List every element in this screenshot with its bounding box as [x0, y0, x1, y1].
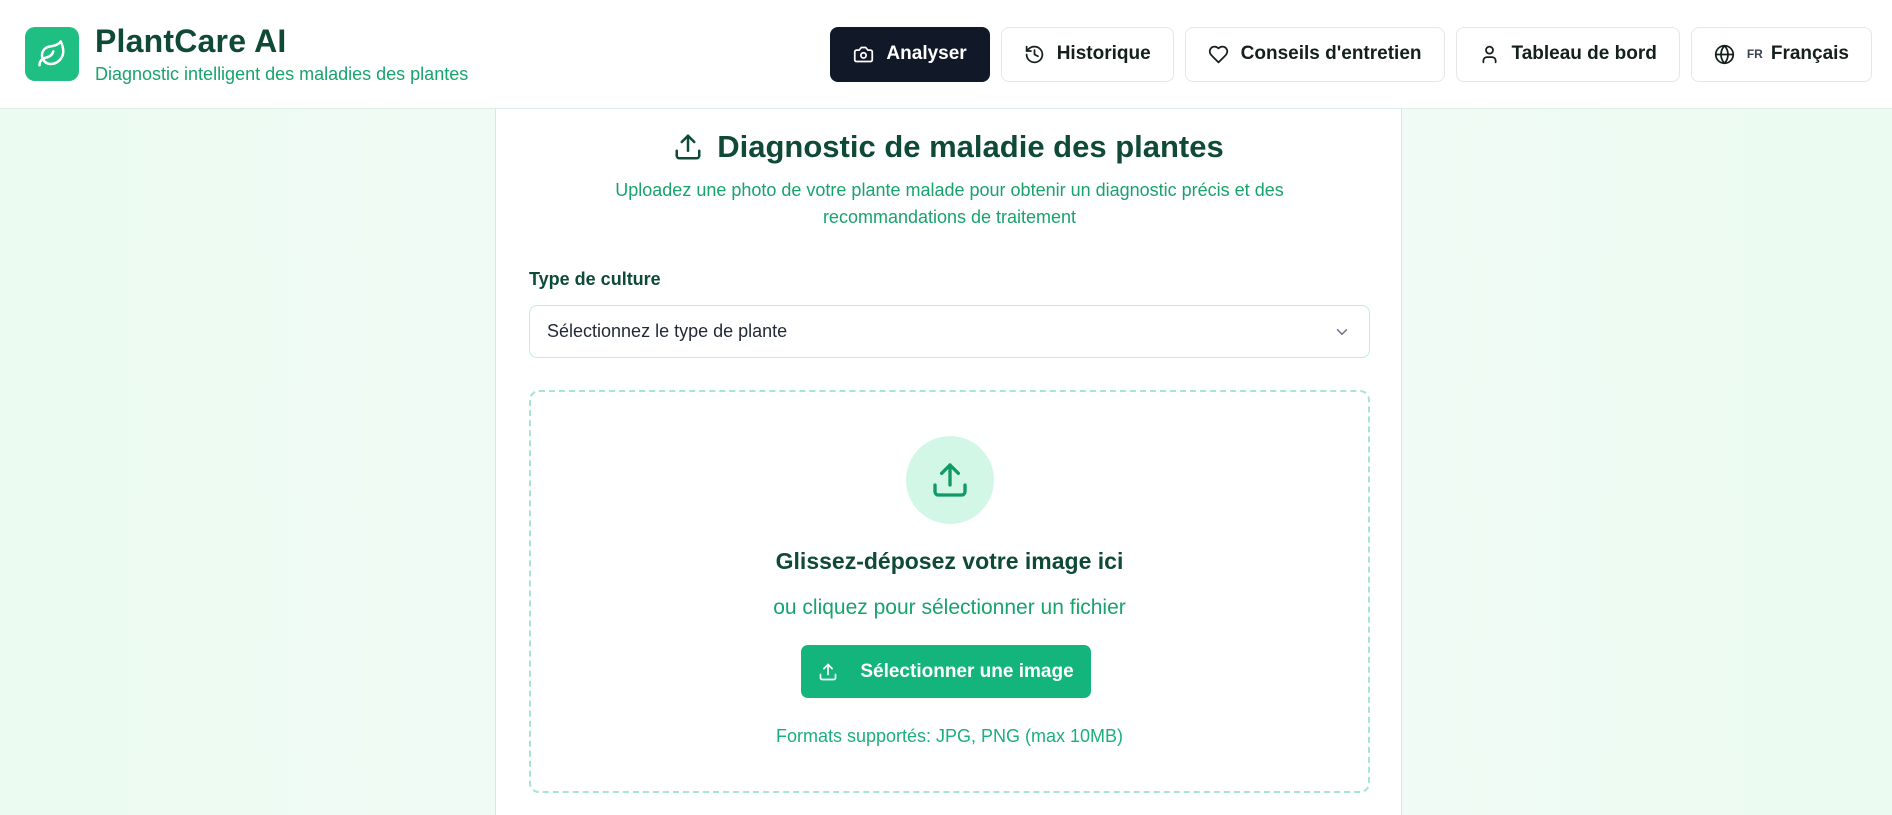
image-dropzone[interactable]: Glissez-déposez votre image ici ou cliqu…	[529, 390, 1370, 793]
leaf-icon	[38, 40, 65, 67]
dropzone-subtitle: ou cliquez pour sélectionner un fichier	[773, 596, 1126, 619]
nav-care-tips-button[interactable]: Conseils d'entretien	[1184, 26, 1445, 82]
supported-formats: Formats supportés: JPG, PNG (max 10MB)	[775, 726, 1124, 746]
main-nav: Analyser Historique Conseils d'entretien…	[830, 26, 1872, 82]
dropzone-title: Glissez-déposez votre image ici	[775, 548, 1124, 574]
app-logo[interactable]	[25, 27, 79, 81]
user-icon	[1482, 45, 1496, 63]
app-subtitle: Diagnostic intelligent des maladies des …	[95, 64, 469, 84]
brand: PlantCare AI Diagnostic intelligent des …	[25, 23, 468, 85]
camera-icon	[854, 46, 874, 62]
upload-icon	[675, 134, 701, 160]
language-selector-button[interactable]: FR Français	[1690, 26, 1872, 82]
nav-dashboard-button[interactable]: Tableau de bord	[1455, 26, 1680, 82]
language-label: Français	[1770, 43, 1849, 64]
upload-icon	[820, 663, 837, 680]
upload-icon	[933, 463, 967, 497]
select-image-button[interactable]: Sélectionner une image	[801, 645, 1091, 698]
language-code: FR	[1746, 47, 1763, 61]
crop-type-placeholder: Sélectionnez le type de plante	[547, 321, 788, 341]
diagnosis-description: Uploadez une photo de votre plante malad…	[615, 180, 1284, 227]
nav-analyze-label: Analyser	[886, 43, 967, 64]
crop-type-select[interactable]: Sélectionnez le type de plante	[529, 305, 1370, 358]
diagnosis-title-text: Diagnostic de maladie des plantes	[717, 129, 1224, 164]
heart-icon	[1208, 45, 1228, 63]
diagnosis-card: Diagnostic de maladie des plantes Upload…	[495, 109, 1402, 815]
nav-history-label: Historique	[1056, 43, 1151, 64]
history-icon	[1025, 45, 1043, 63]
select-image-label: Sélectionner une image	[860, 660, 1074, 682]
nav-care-tips-label: Conseils d'entretien	[1240, 43, 1422, 64]
app-title: PlantCare AI	[95, 23, 287, 59]
nav-history-button[interactable]: Historique	[1000, 26, 1174, 82]
nav-analyze-button[interactable]: Analyser	[830, 26, 990, 82]
top-header: PlantCare AI Diagnostic intelligent des …	[0, 0, 1892, 109]
globe-icon	[1714, 44, 1734, 64]
upload-circle	[906, 436, 994, 524]
nav-dashboard-label: Tableau de bord	[1511, 43, 1657, 64]
diagnosis-title: Diagnostic de maladie des plantes	[496, 129, 1401, 165]
crop-type-label: Type de culture	[529, 269, 661, 289]
chevron-down-icon	[1336, 328, 1348, 335]
